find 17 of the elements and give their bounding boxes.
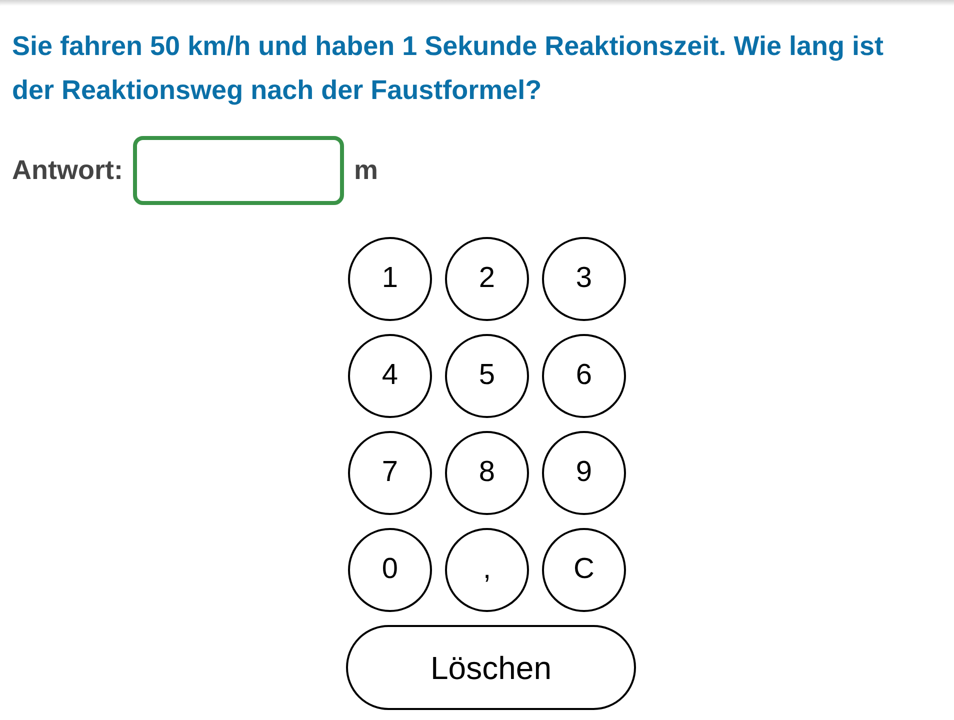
keypad-key[interactable]: C (542, 528, 626, 612)
keypad-key[interactable]: 1 (348, 237, 432, 321)
keypad-key[interactable]: 9 (542, 431, 626, 515)
keypad-key[interactable]: 3 (542, 237, 626, 321)
question-text: Sie fahren 50 km/h und haben 1 Sekunde Reaktionszeit. Wie lang ist der Reaktionsweg nach der Faustformel? (12, 30, 884, 107)
delete-button[interactable]: Löschen (346, 625, 636, 710)
answer-label: Antwort: (12, 154, 123, 188)
keypad-key[interactable]: 4 (348, 334, 432, 418)
keypad-key[interactable]: 8 (445, 431, 529, 515)
keypad-key[interactable]: 2 (445, 237, 529, 321)
unit-label: m (354, 154, 378, 188)
keypad-key[interactable]: 5 (445, 334, 529, 418)
answer-field[interactable] (132, 136, 344, 205)
keypad-key[interactable]: 0 (348, 528, 432, 612)
keypad-key[interactable]: , (445, 528, 529, 612)
keypad-key[interactable]: 6 (542, 334, 626, 418)
keypad-key[interactable]: 7 (348, 431, 432, 515)
